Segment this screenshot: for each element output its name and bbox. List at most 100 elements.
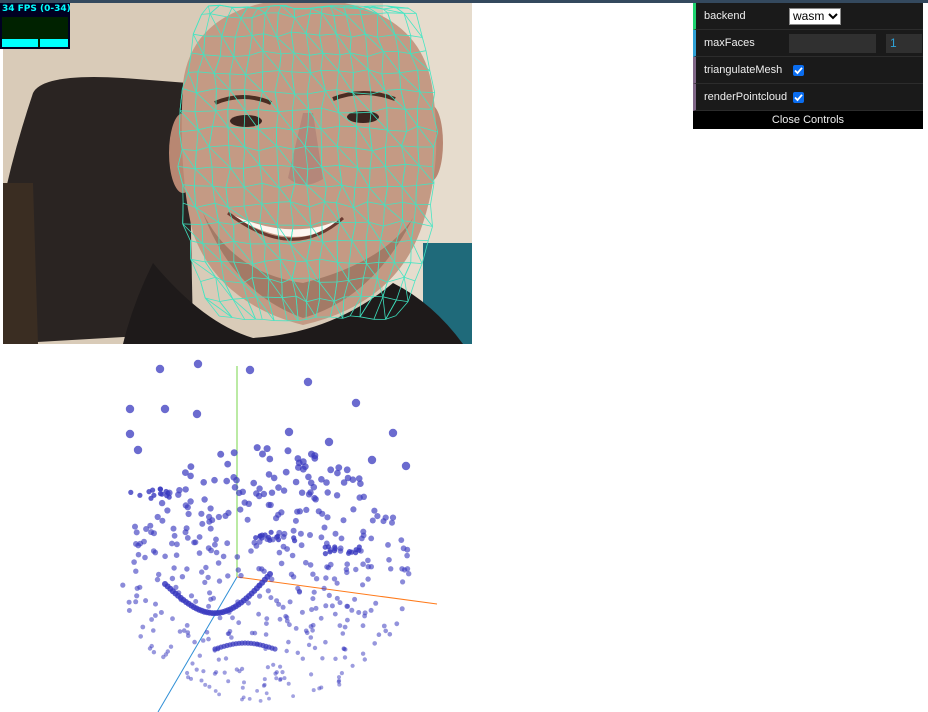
landmark-point [186,675,191,680]
landmark-point [280,604,286,610]
landmark-point [201,496,208,503]
landmark-point [284,427,294,437]
fps-stats-panel[interactable]: 34 FPS (0-34) [0,3,71,49]
landmark-point [261,568,267,574]
landmark-point [268,529,274,535]
landmark-point [346,550,352,556]
landmark-point [184,504,191,511]
landmark-point [299,609,305,615]
landmark-point [244,516,251,523]
landmark-point [200,479,207,486]
landmark-point [229,635,234,640]
landmark-point [324,514,331,521]
landmark-point [311,589,317,595]
landmark-point [217,692,222,697]
landmark-point [340,517,347,524]
renderpointcloud-checkbox[interactable] [793,91,804,103]
triangulatemesh-row: triangulateMesh [693,57,923,84]
landmark-point [133,529,140,536]
landmark-point [299,465,307,473]
landmark-point [309,672,314,677]
landmark-point [236,620,242,626]
landmark-point [329,603,335,609]
landmark-point [185,630,191,635]
landmark-point [339,671,344,676]
landmark-point [153,613,158,618]
landmark-point [223,656,229,661]
maxfaces-input[interactable]: 1 [886,33,922,53]
mesh-edge [415,185,417,205]
landmark-point [215,560,222,566]
landmark-point [350,663,355,668]
backend-select[interactable]: wasm [789,7,842,25]
landmark-point [401,461,411,471]
landmark-point [286,681,291,686]
landmark-point [333,656,338,661]
landmark-point [156,571,162,578]
mesh-edge [214,73,230,75]
landmark-point [332,611,338,617]
landmark-point [335,464,343,471]
landmark-point [224,460,232,468]
landmark-point [298,542,305,549]
landmark-point [277,616,283,622]
landmark-point [198,510,205,517]
landmark-point [272,646,278,652]
landmark-point [225,631,231,637]
landmark-point [344,561,351,567]
landmark-point [287,622,292,628]
landmark-point [404,552,410,559]
triangulatemesh-checkbox[interactable] [793,64,804,76]
landmark-point [373,600,379,606]
landmark-point [265,665,270,670]
landmark-point [151,650,157,655]
landmark-point [211,476,218,484]
landmark-point [337,675,341,680]
renderpointcloud-row: renderPointcloud [693,84,923,111]
landmark-point [318,476,325,483]
landmark-point [135,551,142,558]
landmark-point [230,449,238,457]
landmark-point [360,623,366,629]
landmark-point [273,515,280,522]
landmark-point [199,678,204,683]
landmark-point [317,686,322,691]
landmark-point [303,559,309,566]
landmark-point [284,648,289,654]
landmark-point [158,610,164,615]
landmark-point [126,599,132,605]
landmark-point [343,647,348,652]
landmark-point [340,479,348,486]
landmark-point [262,677,267,682]
landmark-point [372,641,378,646]
point-cloud-canvas[interactable] [0,344,480,712]
landmark-point [220,553,227,560]
mesh-edge [387,12,404,14]
landmark-point [278,560,285,567]
landmark-point [356,544,362,550]
landmark-point [225,573,231,579]
close-controls-button[interactable]: Close Controls [693,111,923,129]
landmark-point [406,571,412,577]
landmark-point [248,548,254,554]
landmark-point [203,682,208,687]
mesh-edge [378,261,395,264]
landmark-point [264,621,269,626]
landmark-point [162,553,168,560]
landmark-point [398,537,405,543]
landmark-point [318,615,324,621]
landmark-point [345,617,350,623]
landmark-point [182,486,189,493]
landmark-point [204,630,210,635]
mesh-edge [251,264,254,278]
landmark-point [169,540,175,547]
landmark-point [147,646,153,651]
landmark-point [286,639,291,645]
landmark-point [148,495,154,501]
mesh-edge [336,262,338,283]
landmark-point [134,585,140,591]
landmark-point [322,544,328,550]
maxfaces-slider[interactable] [789,33,876,53]
landmark-point [308,450,315,458]
landmark-point [322,551,328,557]
